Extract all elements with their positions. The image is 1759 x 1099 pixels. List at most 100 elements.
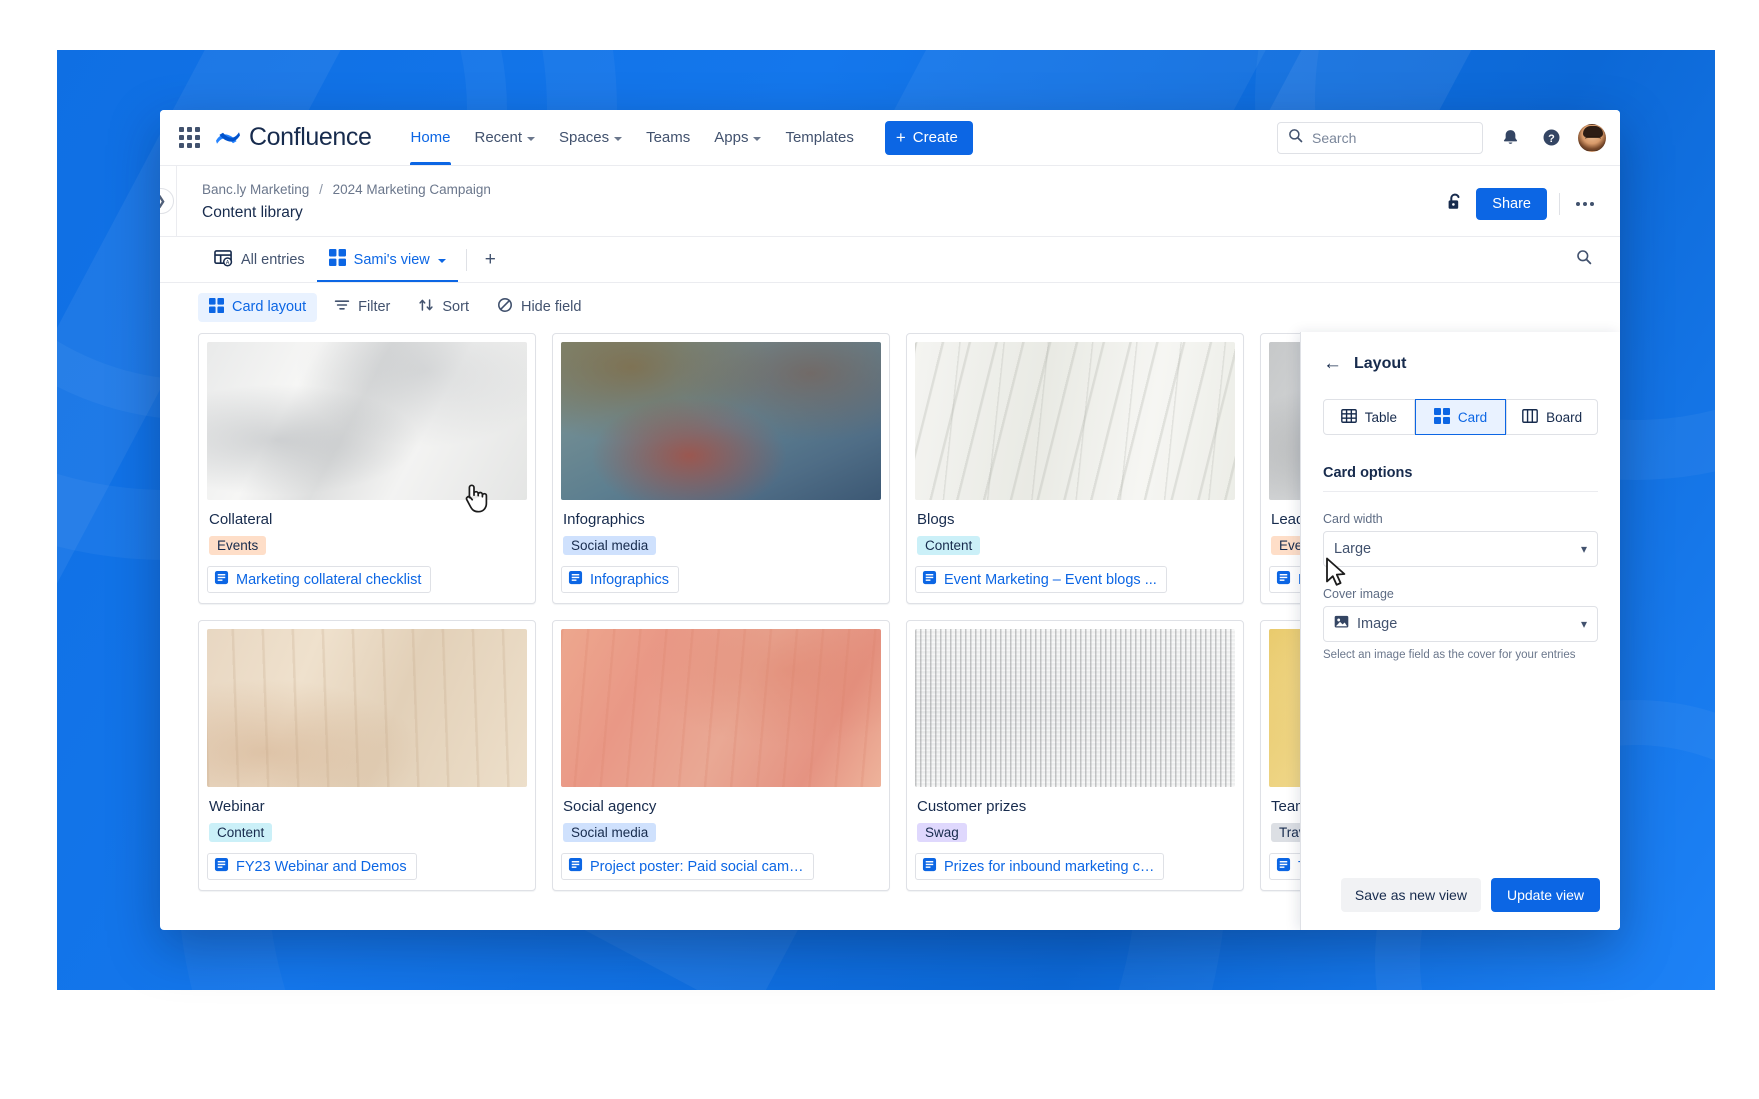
card-link-chip[interactable]: Infographics <box>561 566 679 593</box>
card-width-label: Card width <box>1323 512 1383 526</box>
card-layout-icon <box>209 297 224 317</box>
filter-icon <box>334 297 350 317</box>
board-icon <box>1522 408 1539 426</box>
add-view-button[interactable]: + <box>475 250 506 269</box>
card-link-chip[interactable]: Project poster: Paid social cam… <box>561 853 814 880</box>
confluence-logo[interactable]: Confluence <box>216 123 372 152</box>
layout-option-table[interactable]: Table <box>1323 399 1415 435</box>
search-box[interactable] <box>1277 121 1483 154</box>
layout-option-card[interactable]: Card <box>1414 399 1507 435</box>
update-view-button[interactable]: Update view <box>1490 878 1600 912</box>
chevron-down-icon <box>527 136 536 141</box>
chevron-down-icon <box>614 136 623 141</box>
entry-card[interactable]: Collateral Events Marketing collateral c… <box>198 333 536 604</box>
nav-right-cluster: ? <box>1277 121 1606 154</box>
page-document-icon <box>214 570 229 589</box>
page-document-icon <box>922 570 937 589</box>
layout-type-selector: Table Card Board <box>1323 399 1599 435</box>
breadcrumb-space[interactable]: Banc.ly Marketing <box>202 182 309 197</box>
help-circle-icon[interactable]: ? <box>1537 124 1565 152</box>
card-tag: Content <box>917 536 981 555</box>
tab-all-entries[interactable]: A All entries <box>202 237 317 282</box>
view-toolbar: Card layout Filter Sort Hide field <box>160 283 1620 331</box>
sidebar-rail <box>176 166 177 236</box>
create-button[interactable]: + Create <box>884 120 973 155</box>
toolbar-label: Sort <box>442 299 469 315</box>
unlock-icon[interactable] <box>1446 192 1464 217</box>
card-options-title: Card options <box>1323 465 1413 481</box>
card-tag: Content <box>209 823 273 842</box>
notifications-bell-icon[interactable] <box>1496 124 1524 152</box>
image-icon <box>1334 615 1349 633</box>
cover-image-hint: Select an image field as the cover for y… <box>1323 649 1576 661</box>
filter-button[interactable]: Filter <box>323 292 401 322</box>
nav-item-templates[interactable]: Templates <box>774 110 864 165</box>
nav-item-label: Spaces <box>559 129 610 146</box>
card-cover-image <box>561 629 881 787</box>
layout-option-label: Table <box>1364 409 1397 425</box>
card-link-chip[interactable]: Event Marketing – Event blogs ... <box>915 566 1167 593</box>
breadcrumb-separator: / <box>319 182 323 197</box>
nav-item-label: Templates <box>785 129 854 146</box>
tab-samis-view[interactable]: Sami's view <box>316 237 458 282</box>
entry-card[interactable]: Blogs Content Event Marketing – Event bl… <box>906 333 1244 604</box>
card-tag: Social media <box>563 823 657 842</box>
layout-option-label: Board <box>1546 409 1583 425</box>
breadcrumb-parent[interactable]: 2024 Marketing Campaign <box>333 182 491 197</box>
view-search-icon[interactable] <box>1570 243 1598 276</box>
save-as-new-view-button[interactable]: Save as new view <box>1340 878 1481 912</box>
divider <box>465 248 467 271</box>
card-link-chip[interactable]: FY23 Webinar and Demos <box>207 853 417 880</box>
confluence-app-window: Confluence Home Recent Spaces Teams Apps <box>160 110 1620 930</box>
card-link-label: Project poster: Paid social cam… <box>590 858 804 875</box>
toolbar-label: Filter <box>358 299 391 315</box>
hide-field-button[interactable]: Hide field <box>486 292 592 322</box>
card-link-chip[interactable]: Marketing collateral checklist <box>207 566 432 593</box>
entry-card[interactable]: Infographics Social media Infographics <box>552 333 890 604</box>
card-link-chip[interactable]: Prizes for inbound marketing c… <box>915 853 1165 880</box>
more-actions-icon[interactable] <box>1572 196 1598 212</box>
entry-card[interactable]: Social agency Social media Project poste… <box>552 620 890 891</box>
card-cover-image <box>207 629 527 787</box>
global-navigation: Confluence Home Recent Spaces Teams Apps <box>160 110 1620 166</box>
arrow-left-icon[interactable]: ← <box>1323 354 1342 373</box>
toolbar-label: Card layout <box>232 299 307 315</box>
layout-option-board[interactable]: Board <box>1506 399 1599 435</box>
entry-card[interactable]: Customer prizes Swag Prizes for inbound … <box>906 620 1244 891</box>
table-icon <box>1340 408 1357 426</box>
card-cover-image <box>915 342 1235 500</box>
sort-button[interactable]: Sort <box>407 292 480 322</box>
create-button-label: Create <box>912 129 958 146</box>
card-cover-image <box>915 629 1235 787</box>
card-layout-icon <box>1433 407 1450 427</box>
card-width-select[interactable]: Large ▾ <box>1323 531 1598 567</box>
card-title: Blogs <box>917 511 955 528</box>
primary-nav-links: Home Recent Spaces Teams Apps Templates <box>399 110 864 165</box>
confluence-mark-icon <box>216 127 240 149</box>
nav-item-home[interactable]: Home <box>399 110 461 165</box>
card-link-label: Marketing collateral checklist <box>236 571 422 588</box>
nav-item-recent[interactable]: Recent <box>464 110 547 165</box>
nav-item-spaces[interactable]: Spaces <box>548 110 633 165</box>
toolbar-label: Hide field <box>520 299 582 315</box>
cover-image-value: Image <box>1357 616 1398 632</box>
chevron-down-icon[interactable] <box>437 258 446 263</box>
card-tag: Swag <box>917 823 967 842</box>
share-button[interactable]: Share <box>1476 188 1547 220</box>
view-tabs: A All entries Sami's view + <box>160 237 1620 283</box>
card-width-value: Large <box>1334 541 1372 557</box>
card-title: Collateral <box>209 511 273 528</box>
app-switcher-icon[interactable] <box>176 125 202 151</box>
entry-card[interactable]: Webinar Content FY23 Webinar and Demos <box>198 620 536 891</box>
search-input[interactable] <box>1312 129 1472 146</box>
cover-image-select[interactable]: Image ▾ <box>1323 606 1598 642</box>
card-title: Customer prizes <box>917 798 1027 815</box>
card-title: Social agency <box>563 798 657 815</box>
cover-image-label: Cover image <box>1323 587 1394 601</box>
nav-item-teams[interactable]: Teams <box>635 110 701 165</box>
nav-item-apps[interactable]: Apps <box>703 110 772 165</box>
user-avatar[interactable] <box>1578 123 1606 152</box>
page-document-icon <box>568 570 583 589</box>
card-layout-button[interactable]: Card layout <box>198 292 318 322</box>
expand-sidebar-button[interactable]: ❯ <box>160 188 174 214</box>
